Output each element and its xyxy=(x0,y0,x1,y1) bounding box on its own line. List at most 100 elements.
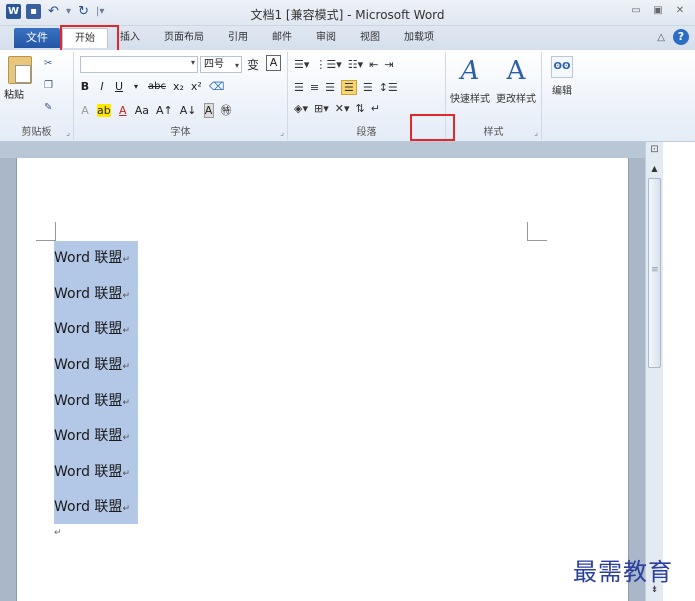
enclosed-char-icon[interactable]: ㊕ xyxy=(221,102,232,118)
line-text: Word 联盟 xyxy=(54,357,123,373)
collapse-ribbon-icon[interactable]: △ xyxy=(657,32,665,43)
text-effect-icon[interactable]: A xyxy=(80,104,90,117)
ruler-toggle-icon[interactable]: ⊡ xyxy=(647,144,662,160)
chevron-down-icon[interactable]: ▾ xyxy=(235,58,239,73)
scroll-up-icon[interactable]: ▲ xyxy=(647,162,662,176)
watermark-logo: 最需教育 xyxy=(573,558,673,586)
document-line[interactable]: Word 联盟↵ xyxy=(54,318,130,340)
close-icon[interactable]: ✕ xyxy=(673,5,687,17)
numbering-icon[interactable]: ⋮☰▾ xyxy=(315,58,341,71)
justify-icon[interactable]: ☰ xyxy=(340,80,357,95)
font-size-value: 四号 xyxy=(204,59,224,70)
font-size-combo[interactable]: 四号 ▾ xyxy=(200,56,242,73)
quick-styles-button[interactable]: A 快速样式 xyxy=(448,56,492,105)
char-border-button[interactable]: A xyxy=(266,55,281,71)
document-line[interactable]: Word 联盟↵ xyxy=(54,247,130,269)
paragraph-row-2: ☰ ≡ ☰ ☰ ☰ ↕☰ xyxy=(294,80,398,95)
tab-review[interactable]: 审阅 xyxy=(304,28,348,48)
paragraph-mark-icon: ↵ xyxy=(122,291,130,301)
margin-corner-mark xyxy=(527,240,547,241)
line-text: Word 联盟 xyxy=(54,321,123,337)
change-case-button[interactable]: 变 xyxy=(247,56,259,73)
char-shading-icon[interactable]: A xyxy=(203,102,214,118)
line-text: Word 联盟 xyxy=(54,428,123,444)
tab-file[interactable]: 文件 xyxy=(14,28,60,48)
change-styles-button[interactable]: A 更改样式 xyxy=(494,56,538,105)
vertical-scrollbar[interactable]: ⊡ ▲ ⇟ xyxy=(645,142,663,601)
tab-view[interactable]: 视图 xyxy=(348,28,392,48)
decrease-indent-icon[interactable]: ⇤ xyxy=(369,58,378,71)
document-line[interactable]: Word 联盟↵ xyxy=(54,283,130,305)
tab-page-layout[interactable]: 页面布局 xyxy=(152,28,216,48)
scroll-thumb[interactable] xyxy=(648,178,661,368)
superscript-icon[interactable]: x² xyxy=(191,80,202,93)
margin-corner-mark xyxy=(36,240,56,241)
show-marks-icon[interactable]: ↵ xyxy=(371,102,380,115)
clipboard-group-label: 剪贴板 xyxy=(21,127,52,138)
chevron-down-icon[interactable]: ▾ xyxy=(191,58,195,67)
increase-indent-icon[interactable]: ⇥ xyxy=(384,58,393,71)
strikethrough-icon[interactable]: abc xyxy=(148,81,166,92)
bullets-icon[interactable]: ☰▾ xyxy=(294,58,309,71)
clipboard-launcher-icon[interactable]: ⌟ xyxy=(66,128,70,137)
window-controls: ▭ ▣ ✕ xyxy=(629,5,687,17)
align-center-icon[interactable]: ≡ xyxy=(310,81,319,94)
shading-icon[interactable]: ◈▾ xyxy=(294,102,308,115)
shrink-font-icon[interactable]: A↓ xyxy=(180,104,197,117)
document-line[interactable]: Word 联盟↵ xyxy=(54,496,130,518)
help-icon[interactable]: ? xyxy=(673,29,689,45)
tab-addins[interactable]: 加载项 xyxy=(392,28,446,48)
cut-icon[interactable]: ✂ xyxy=(44,58,52,69)
document-line[interactable]: Word 联盟↵ xyxy=(54,354,130,376)
multilevel-list-icon[interactable]: ☷▾ xyxy=(348,58,363,71)
font-name-combo[interactable]: ▾ xyxy=(80,56,198,73)
chevron-down-icon[interactable]: ▾ xyxy=(131,82,141,91)
paste-button[interactable]: 粘贴 xyxy=(4,86,24,101)
change-styles-label: 更改样式 xyxy=(496,94,536,105)
borders-icon[interactable]: ⊞▾ xyxy=(314,102,329,115)
styles-launcher-icon[interactable]: ⌟ xyxy=(534,128,538,137)
paragraph-mark-icon: ↵ xyxy=(122,469,130,479)
font-color-icon[interactable]: A xyxy=(118,104,128,117)
sort-icon[interactable]: ⇅ xyxy=(355,102,364,115)
align-right-icon[interactable]: ☰ xyxy=(325,81,335,94)
chinese-layout-icon[interactable]: ✕▾ xyxy=(335,102,350,115)
distributed-icon[interactable]: ☰ xyxy=(363,81,373,94)
scroll-down-icon[interactable]: ⇟ xyxy=(647,585,662,599)
tab-mailings[interactable]: 邮件 xyxy=(260,28,304,48)
document-line[interactable]: Word 联盟↵ xyxy=(54,425,130,447)
paste-icon[interactable] xyxy=(8,56,32,84)
line-text: Word 联盟 xyxy=(54,286,123,302)
line-spacing-icon[interactable]: ↕☰ xyxy=(379,81,398,94)
subscript-icon[interactable]: x₂ xyxy=(173,80,184,93)
margin-corner-mark xyxy=(527,222,528,240)
minimize-icon[interactable]: ▭ xyxy=(629,5,643,17)
paragraph-mark-icon: ↵ xyxy=(122,433,130,443)
clipboard-group: 粘贴 ✂ ❐ ✎ 剪贴板 ⌟ xyxy=(0,52,74,140)
clear-format-icon[interactable]: ⌫ xyxy=(209,80,225,93)
line-text: Word 联盟 xyxy=(54,393,123,409)
window-title: 文档1 [兼容模式] - Microsoft Word xyxy=(250,8,445,22)
grow-font-icon[interactable]: A↑ xyxy=(156,104,173,117)
maximize-icon[interactable]: ▣ xyxy=(651,5,665,17)
highlight-color-icon[interactable]: ab xyxy=(97,103,111,117)
underline-icon[interactable]: U xyxy=(114,80,124,93)
italic-icon[interactable]: I xyxy=(97,80,107,93)
copy-icon[interactable]: ❐ xyxy=(44,80,53,91)
bold-icon[interactable]: B xyxy=(80,80,90,93)
home-tab-highlight-box xyxy=(60,25,119,52)
quick-styles-icon: A xyxy=(460,56,480,86)
font-size-case-icon[interactable]: Aa xyxy=(135,104,149,117)
font-launcher-icon[interactable]: ⌟ xyxy=(280,128,284,137)
editing-button[interactable]: ʘʘ 编辑 xyxy=(548,56,576,97)
format-painter-icon[interactable]: ✎ xyxy=(44,102,52,113)
document-line[interactable]: Word 联盟↵ xyxy=(54,390,130,412)
tab-references[interactable]: 引用 xyxy=(216,28,260,48)
align-left-icon[interactable]: ☰ xyxy=(294,81,304,94)
line-text: Word 联盟 xyxy=(54,250,123,266)
ribbon: 粘贴 ✂ ❐ ✎ 剪贴板 ⌟ 字体 ⌟ ▾ 四号 ▾ 变 A B I U ▾ ab… xyxy=(0,50,695,182)
line-text: Word 联盟 xyxy=(54,499,123,515)
document-line[interactable]: Word 联盟↵ xyxy=(54,461,130,483)
find-binoculars-icon: ʘʘ xyxy=(551,56,573,78)
ribbon-tabs: 开始 插入 页面布局 引用 邮件 审阅 视图 加载项 xyxy=(62,28,446,48)
